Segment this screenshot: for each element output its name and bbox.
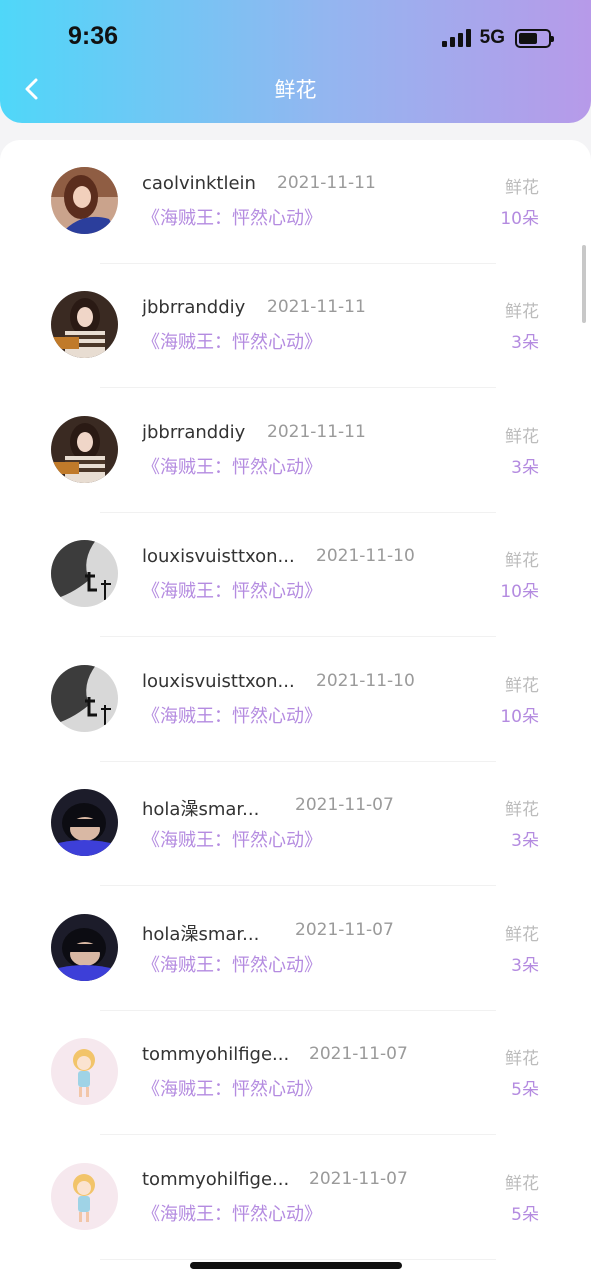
gift-count: 10朵 bbox=[500, 209, 539, 229]
gift-count: 5朵 bbox=[511, 1080, 539, 1100]
list-item[interactable]: hola澡smar... 2021-11-07 《海贼王：怦然心动》 鲜花 3朵 bbox=[0, 887, 591, 1011]
battery-icon bbox=[515, 28, 554, 48]
date: 2021-11-11 bbox=[277, 173, 376, 193]
avatar bbox=[51, 416, 118, 483]
username: tommyohilfige... bbox=[142, 1044, 290, 1065]
avatar bbox=[51, 665, 118, 732]
gift-title: 《海贼王：怦然心动》 bbox=[142, 1079, 322, 1100]
list-item[interactable]: jbbrranddiy 2021-11-11 《海贼王：怦然心动》 鲜花 3朵 bbox=[0, 389, 591, 513]
gift-label: 鲜花 bbox=[505, 427, 539, 447]
list-item[interactable]: hola澡smar... 2021-11-07 《海贼王：怦然心动》 鲜花 3朵 bbox=[0, 762, 591, 886]
username: hola澡smar... bbox=[142, 799, 260, 820]
divider bbox=[100, 387, 496, 388]
header-bar: 9:36 5G 鲜花 bbox=[0, 0, 591, 123]
date: 2021-11-07 bbox=[295, 920, 394, 940]
avatar bbox=[51, 789, 118, 856]
gift-label: 鲜花 bbox=[505, 302, 539, 322]
username: jbbrranddiy bbox=[142, 297, 246, 318]
list-item[interactable]: jbbrranddiy 2021-11-11 《海贼王：怦然心动》 鲜花 3朵 bbox=[0, 264, 591, 388]
divider bbox=[100, 1259, 496, 1260]
gift-title: 《海贼王：怦然心动》 bbox=[142, 581, 322, 602]
gift-count: 3朵 bbox=[511, 458, 539, 478]
gift-title: 《海贼王：怦然心动》 bbox=[142, 457, 322, 478]
username: hola澡smar... bbox=[142, 924, 260, 945]
avatar bbox=[51, 1163, 118, 1230]
date: 2021-11-10 bbox=[316, 671, 415, 691]
avatar bbox=[51, 540, 118, 607]
list-item[interactable]: caolvinktlein 2021-11-11 《海贼王：怦然心动》 鲜花 1… bbox=[0, 140, 591, 264]
avatar bbox=[51, 1038, 118, 1105]
avatar bbox=[51, 291, 118, 358]
username: tommyohilfige... bbox=[142, 1169, 290, 1190]
status-time: 9:36 bbox=[68, 22, 119, 50]
gift-title: 《海贼王：怦然心动》 bbox=[142, 955, 322, 976]
username: caolvinktlein bbox=[142, 173, 256, 194]
username: jbbrranddiy bbox=[142, 422, 246, 443]
date: 2021-11-07 bbox=[309, 1169, 408, 1189]
network-type: 5G bbox=[479, 27, 505, 48]
signal-icon bbox=[441, 29, 471, 47]
gift-count: 10朵 bbox=[500, 582, 539, 602]
gift-label: 鲜花 bbox=[505, 925, 539, 945]
gift-label: 鲜花 bbox=[505, 800, 539, 820]
gift-count: 3朵 bbox=[511, 333, 539, 353]
status-indicators: 5G bbox=[441, 27, 554, 49]
home-indicator[interactable] bbox=[190, 1262, 402, 1269]
gift-count: 5朵 bbox=[511, 1205, 539, 1225]
divider bbox=[100, 1134, 496, 1135]
divider bbox=[100, 636, 496, 637]
page-title: 鲜花 bbox=[274, 78, 317, 102]
avatar bbox=[51, 167, 118, 234]
gift-record-list: caolvinktlein 2021-11-11 《海贼王：怦然心动》 鲜花 1… bbox=[0, 140, 591, 1280]
date: 2021-11-10 bbox=[316, 546, 415, 566]
avatar bbox=[51, 914, 118, 981]
gift-label: 鲜花 bbox=[505, 1049, 539, 1069]
gift-title: 《海贼王：怦然心动》 bbox=[142, 1204, 322, 1225]
gift-count: 3朵 bbox=[511, 831, 539, 851]
list-item[interactable]: tommyohilfige... 2021-11-07 《海贼王：怦然心动》 鲜… bbox=[0, 1011, 591, 1135]
list-item[interactable]: louxisvuisttxon... 2021-11-10 《海贼王：怦然心动》… bbox=[0, 513, 591, 637]
date: 2021-11-11 bbox=[267, 297, 366, 317]
username: louxisvuisttxon... bbox=[142, 546, 295, 567]
date: 2021-11-07 bbox=[309, 1044, 408, 1064]
date: 2021-11-11 bbox=[267, 422, 366, 442]
gift-title: 《海贼王：怦然心动》 bbox=[142, 706, 322, 727]
gift-title: 《海贼王：怦然心动》 bbox=[142, 830, 322, 851]
gift-label: 鲜花 bbox=[505, 1174, 539, 1194]
divider bbox=[100, 885, 496, 886]
gift-title: 《海贼王：怦然心动》 bbox=[142, 332, 322, 353]
gift-count: 10朵 bbox=[500, 707, 539, 727]
gift-title: 《海贼王：怦然心动》 bbox=[142, 208, 322, 229]
scrollbar[interactable] bbox=[582, 245, 586, 323]
list-item[interactable]: louxisvuisttxon... 2021-11-10 《海贼王：怦然心动》… bbox=[0, 638, 591, 762]
date: 2021-11-07 bbox=[295, 795, 394, 815]
list-item[interactable]: tommyohilfige... 2021-11-07 《海贼王：怦然心动》 鲜… bbox=[0, 1136, 591, 1260]
gift-count: 3朵 bbox=[511, 956, 539, 976]
gift-label: 鲜花 bbox=[505, 551, 539, 571]
gift-label: 鲜花 bbox=[505, 178, 539, 198]
username: louxisvuisttxon... bbox=[142, 671, 295, 692]
gift-label: 鲜花 bbox=[505, 676, 539, 696]
